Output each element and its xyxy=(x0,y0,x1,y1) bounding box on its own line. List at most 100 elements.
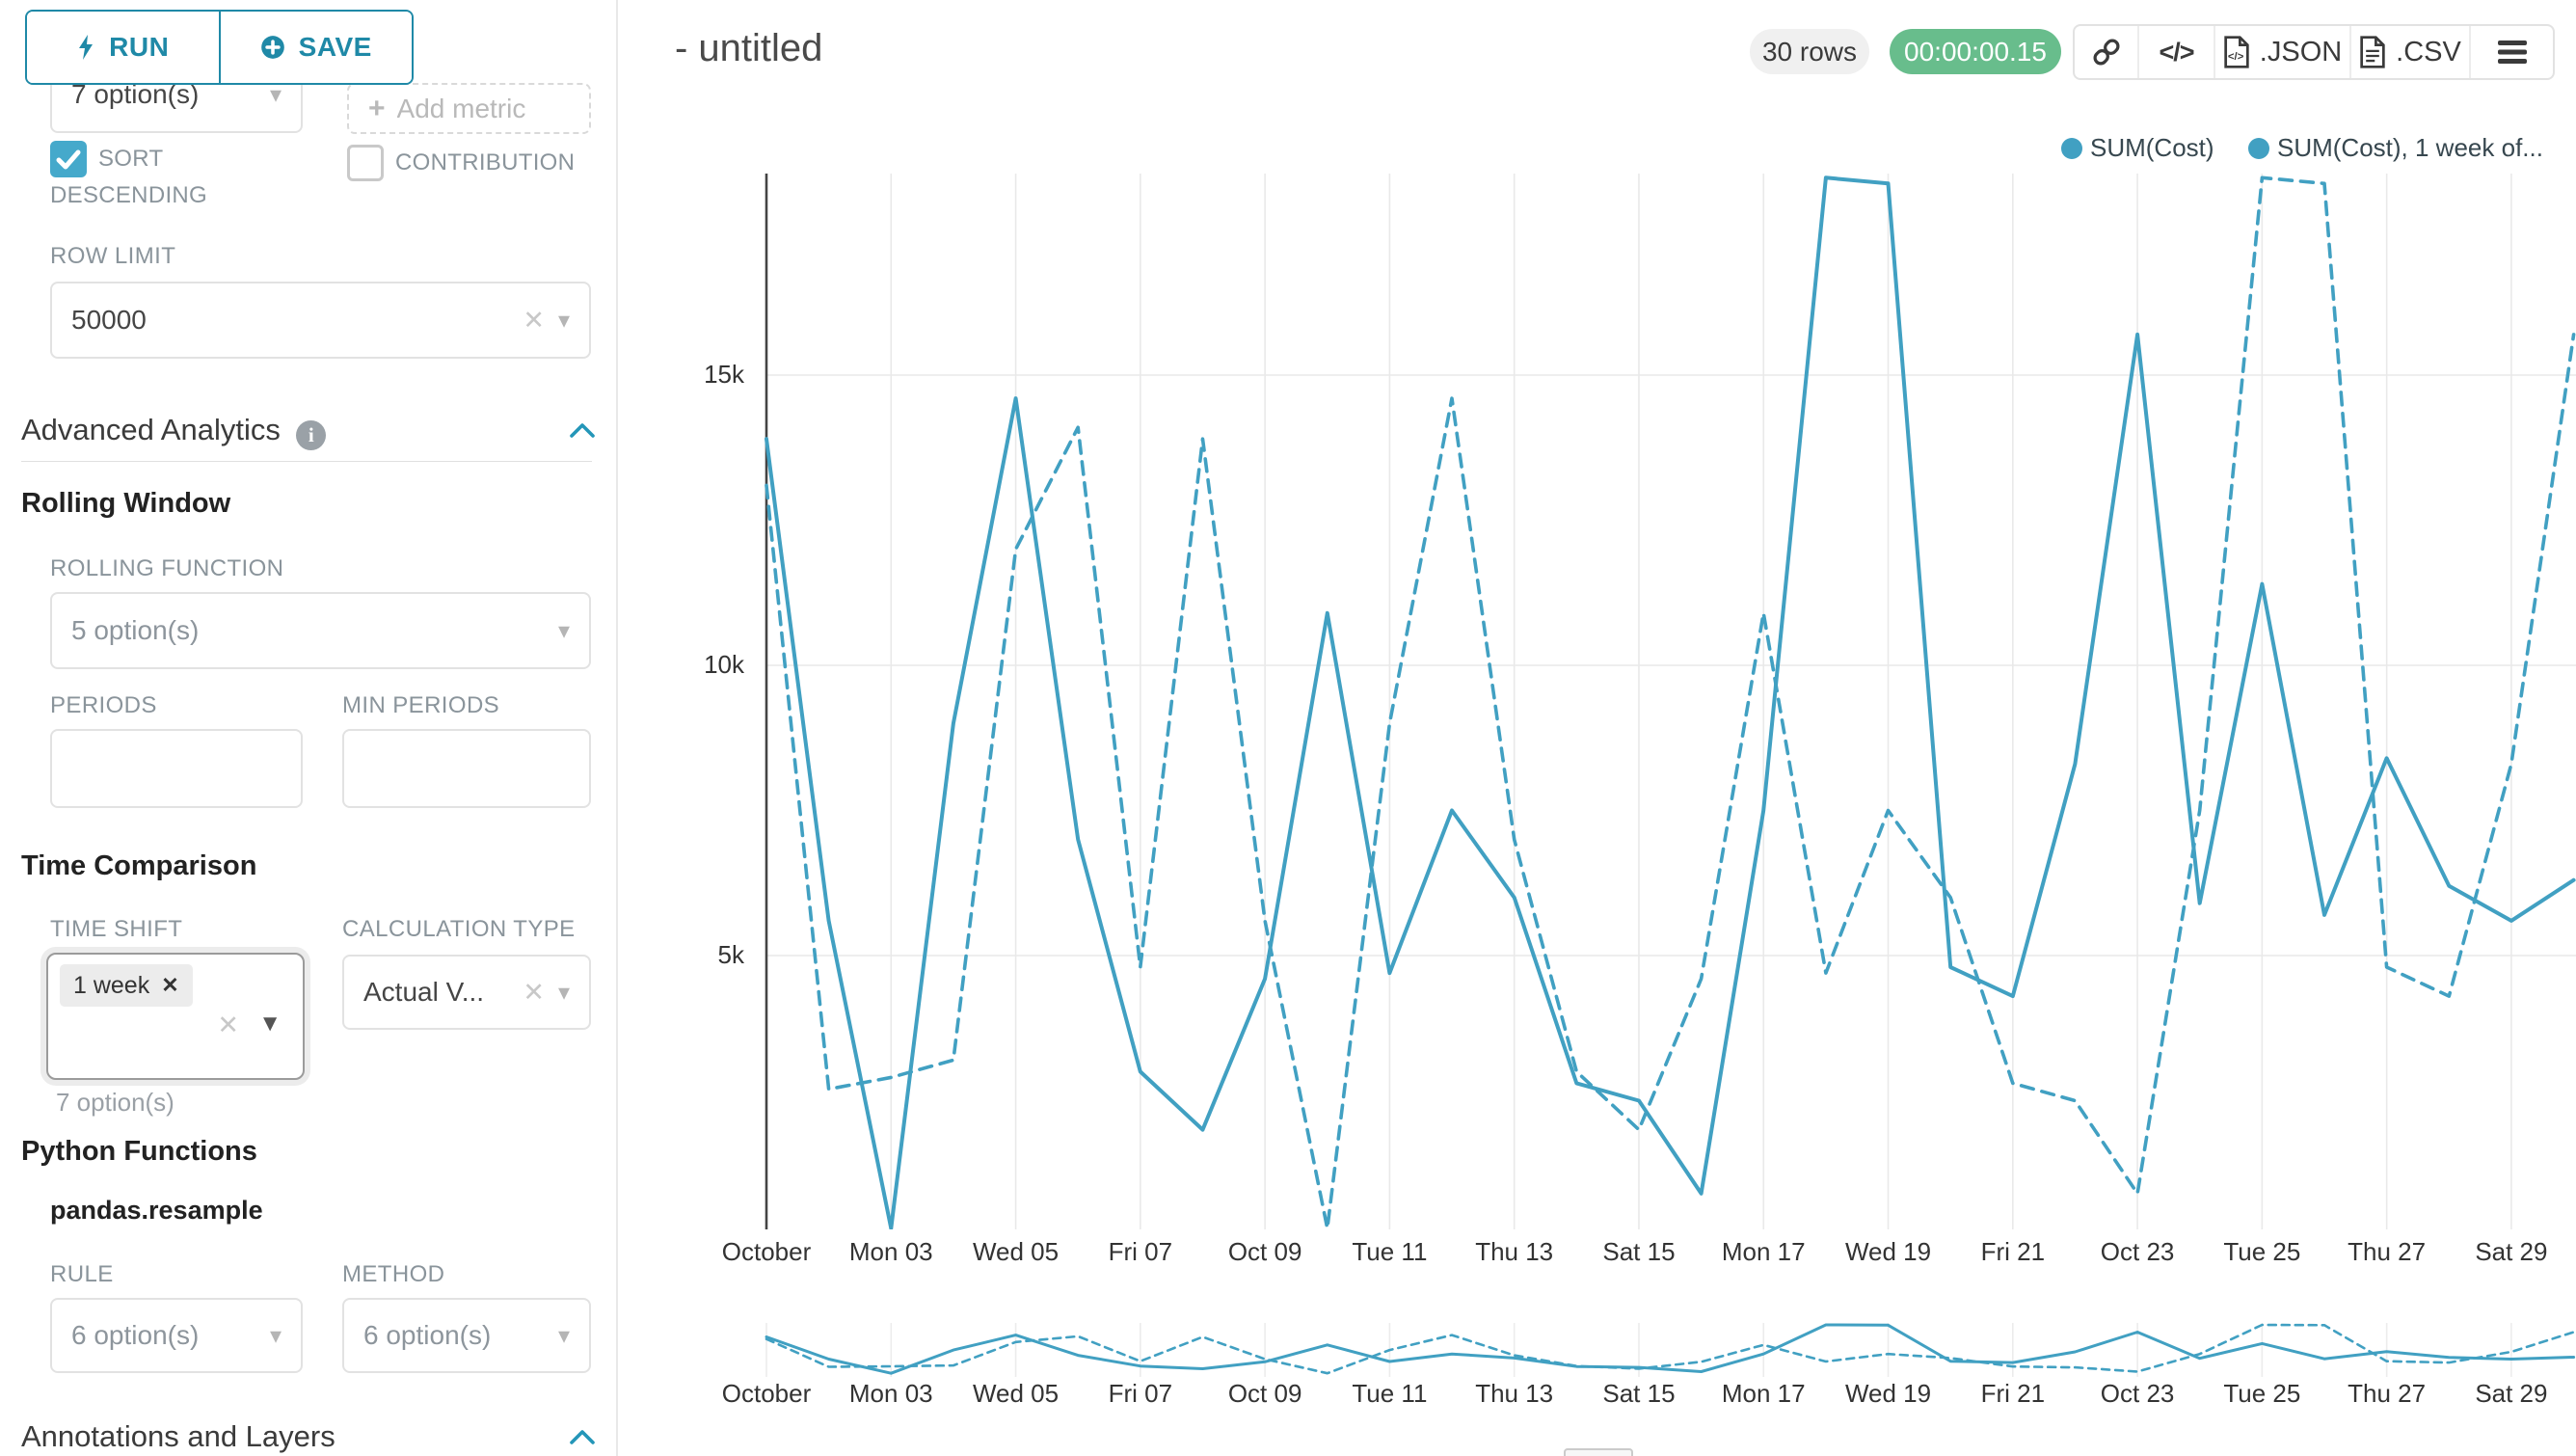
x-tick-label: Sat 29 xyxy=(2444,1237,2576,1267)
calculation-type-label: CALCULATION TYPE xyxy=(342,916,576,943)
legend-label: SUM(Cost), 1 week of... xyxy=(2277,133,2543,163)
method-label: METHOD xyxy=(342,1261,444,1288)
rolling-window-title: Rolling Window xyxy=(21,488,230,520)
x-tick-label: Thu 13 xyxy=(1447,1379,1582,1409)
row-limit-select[interactable]: 50000 ✕ ▾ xyxy=(50,282,591,359)
rule-value: 6 option(s) xyxy=(71,1320,256,1351)
periods-input[interactable] xyxy=(50,729,303,808)
remove-tag-icon[interactable]: ✕ xyxy=(161,973,178,998)
query-timer-badge: 00:00:00.15 xyxy=(1890,29,2061,74)
chart-title[interactable]: - untitled xyxy=(675,27,822,70)
clear-icon[interactable]: ✕ xyxy=(217,1011,239,1040)
chevron-down-icon[interactable]: ▾ xyxy=(558,979,570,1007)
x-tick-label: Fri 21 xyxy=(1945,1379,2080,1409)
json-file-icon: </> xyxy=(2223,36,2250,68)
annotations-header[interactable]: Annotations and Layers xyxy=(21,1419,595,1454)
x-tick-label: Mon 03 xyxy=(823,1379,958,1409)
calculation-type-select[interactable]: Actual V... ✕ ▾ xyxy=(342,955,591,1030)
x-tick-label: Thu 27 xyxy=(2320,1237,2455,1267)
time-shift-multiselect[interactable]: 1 week ✕ ✕ ▼ xyxy=(46,953,305,1080)
x-tick-label: Tue 25 xyxy=(2194,1237,2329,1267)
clear-icon[interactable]: ✕ xyxy=(523,978,545,1008)
method-select[interactable]: 6 option(s) ▾ xyxy=(342,1298,591,1373)
checkbox-checked-icon[interactable] xyxy=(50,141,87,177)
export-toolbar: </> </> .JSON .CSV xyxy=(2073,24,2555,80)
x-tick-label: Thu 27 xyxy=(2320,1379,2455,1409)
rule-select[interactable]: 6 option(s) ▾ xyxy=(50,1298,303,1373)
save-button[interactable]: SAVE xyxy=(221,12,413,83)
mini-overview-chart[interactable] xyxy=(762,1323,2576,1377)
explore-page: 7 option(s) ▾ + Add metric RUN SAVE xyxy=(0,0,2576,1456)
x-tick-label: Mon 03 xyxy=(823,1237,958,1267)
legend-item-sum-cost[interactable]: SUM(Cost) xyxy=(2061,133,2214,163)
min-periods-input[interactable] xyxy=(342,729,591,808)
time-shift-helper: 7 option(s) xyxy=(56,1088,174,1118)
min-periods-label: MIN PERIODS xyxy=(342,692,499,719)
chevron-down-icon[interactable]: ▾ xyxy=(558,1322,570,1350)
time-comparison-title: Time Comparison xyxy=(21,850,256,882)
x-tick-label: Tue 11 xyxy=(1322,1237,1457,1267)
chevron-down-icon[interactable]: ▼ xyxy=(258,1011,282,1038)
x-tick-label: Sat 15 xyxy=(1571,1237,1706,1267)
time-shift-label: TIME SHIFT xyxy=(50,916,182,943)
info-icon[interactable]: i xyxy=(296,420,326,450)
run-button[interactable]: RUN xyxy=(27,12,221,83)
embed-code-button[interactable]: </> xyxy=(2139,26,2215,78)
csv-file-icon xyxy=(2359,36,2386,68)
legend-label: SUM(Cost) xyxy=(2090,133,2214,163)
periods-label: PERIODS xyxy=(50,692,157,719)
row-count-badge: 30 rows xyxy=(1750,29,1869,74)
share-link-button[interactable] xyxy=(2075,26,2139,78)
x-tick-label: Fri 07 xyxy=(1073,1379,1208,1409)
collapse-chevron-icon[interactable] xyxy=(570,422,595,438)
run-button-label: RUN xyxy=(109,32,169,63)
sort-descending-checkbox[interactable]: SORT DESCENDING xyxy=(50,141,291,214)
main-line-chart[interactable] xyxy=(762,174,2576,1229)
row-limit-value: 50000 xyxy=(71,305,511,336)
row-limit-label: ROW LIMIT xyxy=(50,243,175,270)
x-tick-label: Tue 25 xyxy=(2194,1379,2329,1409)
hamburger-menu-icon xyxy=(2496,40,2529,65)
python-functions-title: Python Functions xyxy=(21,1136,257,1168)
scroll-handle[interactable] xyxy=(1564,1448,1633,1456)
x-tick-label: Oct 09 xyxy=(1197,1379,1332,1409)
add-metric-button[interactable]: + Add metric xyxy=(347,83,591,134)
x-tick-label: October xyxy=(699,1237,834,1267)
time-shift-tag: 1 week ✕ xyxy=(60,964,193,1007)
clear-icon[interactable]: ✕ xyxy=(523,306,545,336)
export-csv-button[interactable]: .CSV xyxy=(2351,26,2471,78)
series-line-dashed xyxy=(766,177,2574,1228)
export-json-button[interactable]: </> .JSON xyxy=(2215,26,2351,78)
legend-item-sum-cost-offset[interactable]: SUM(Cost), 1 week of... xyxy=(2248,133,2543,163)
add-metric-label: Add metric xyxy=(397,94,570,124)
rolling-function-label: ROLLING FUNCTION xyxy=(50,555,283,582)
calculation-type-value: Actual V... xyxy=(363,977,511,1008)
time-shift-tag-label: 1 week xyxy=(73,972,149,1000)
y-tick-label: 5k xyxy=(677,940,744,970)
export-csv-label: .CSV xyxy=(2396,37,2461,68)
rolling-function-select[interactable]: 5 option(s) ▾ xyxy=(50,592,591,669)
series-line-dashed xyxy=(766,1325,2574,1373)
collapse-chevron-icon[interactable] xyxy=(570,1429,595,1444)
y-tick-label: 10k xyxy=(677,650,744,680)
checkbox-unchecked-icon[interactable] xyxy=(347,145,384,181)
row-count-text: 30 rows xyxy=(1762,37,1857,67)
advanced-analytics-header[interactable]: Advanced Analytics i xyxy=(21,413,595,450)
pandas-resample-label: pandas.resample xyxy=(50,1196,263,1226)
x-tick-label: Sat 29 xyxy=(2444,1379,2576,1409)
x-tick-label: Fri 21 xyxy=(1945,1237,2080,1267)
chevron-down-icon[interactable]: ▾ xyxy=(558,617,570,645)
contribution-label: CONTRIBUTION xyxy=(395,149,575,175)
x-tick-label: Wed 05 xyxy=(949,1237,1084,1267)
advanced-analytics-title: Advanced Analytics xyxy=(21,413,281,446)
method-value: 6 option(s) xyxy=(363,1320,545,1351)
x-tick-label: Oct 09 xyxy=(1197,1237,1332,1267)
rolling-function-value: 5 option(s) xyxy=(71,615,545,646)
x-tick-label: Oct 23 xyxy=(2070,1379,2205,1409)
rule-label: RULE xyxy=(50,1261,114,1288)
x-tick-label: Wed 19 xyxy=(1821,1379,1956,1409)
contribution-checkbox[interactable]: CONTRIBUTION xyxy=(347,145,617,181)
chevron-down-icon[interactable]: ▾ xyxy=(558,307,570,335)
chart-menu-button[interactable] xyxy=(2471,26,2553,78)
chevron-down-icon[interactable]: ▾ xyxy=(270,1322,282,1350)
